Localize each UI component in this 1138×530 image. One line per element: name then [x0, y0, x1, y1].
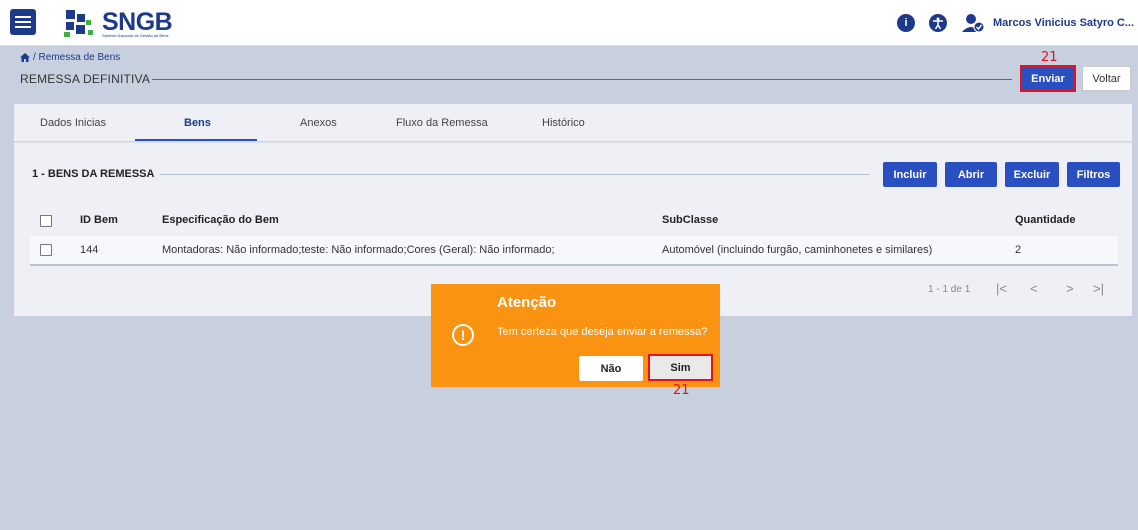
column-header-especificacao[interactable]: Especificação do Bem	[162, 214, 279, 226]
abrir-button[interactable]: Abrir	[945, 162, 997, 187]
dialog-message: Tem certeza que deseja enviar a remessa?	[497, 326, 708, 338]
annotation-sim: 21	[673, 383, 690, 398]
incluir-button[interactable]: Incluir	[883, 162, 937, 187]
hamburger-menu-icon[interactable]	[10, 9, 36, 35]
dialog-title: Atenção	[497, 294, 557, 311]
row-checkbox[interactable]	[40, 244, 52, 256]
logo-title: SNGB	[102, 7, 173, 36]
info-icon[interactable]: i	[896, 14, 915, 32]
tab-anexos[interactable]: Anexos	[300, 117, 337, 129]
breadcrumb: / Remessa de Bens	[20, 52, 120, 63]
pagination-range: 1 - 1 de 1	[928, 284, 971, 295]
logo-mark-icon	[64, 8, 98, 38]
home-icon[interactable]	[20, 53, 30, 62]
tab-historico[interactable]: Histórico	[542, 117, 585, 129]
logo-subtitle: Sistema Nacional de Gestão de Bens	[102, 32, 169, 38]
sim-button[interactable]: Sim	[648, 354, 713, 381]
section-divider	[160, 174, 870, 175]
warning-icon: !	[452, 324, 474, 346]
app-logo: SNGB Sistema Nacional de Gestão de Bens	[64, 5, 173, 41]
column-header-id[interactable]: ID Bem	[80, 214, 118, 226]
cell-especificacao: Montadoras: Não informado;teste: Não inf…	[162, 244, 555, 256]
breadcrumb-link[interactable]: / Remessa de Bens	[33, 52, 120, 63]
enviar-button[interactable]: Enviar	[1020, 65, 1076, 92]
prev-page-button[interactable]: <	[1030, 281, 1038, 296]
voltar-button[interactable]: Voltar	[1082, 66, 1131, 91]
annotation-enviar: 21	[1041, 50, 1058, 65]
last-page-button[interactable]: >|	[1093, 281, 1104, 296]
tab-bens[interactable]: Bens	[184, 117, 211, 129]
cell-subclasse: Automóvel (incluindo furgão, caminhonete…	[662, 244, 933, 256]
filtros-button[interactable]: Filtros	[1067, 162, 1120, 187]
active-tab-indicator	[135, 139, 257, 141]
accessibility-icon[interactable]	[928, 14, 947, 32]
nao-button[interactable]: Não	[579, 356, 643, 381]
column-header-quantidade[interactable]: Quantidade	[1015, 214, 1076, 226]
tab-dados-iniciais[interactable]: Dados Inicias	[40, 117, 106, 129]
cell-id: 144	[80, 244, 99, 256]
first-page-button[interactable]: |<	[996, 281, 1007, 296]
user-name[interactable]: Marcos Vinicius Satyro C...	[993, 17, 1134, 29]
cell-quantidade: 2	[1015, 244, 1022, 256]
section-title: 1 - BENS DA REMESSA	[32, 168, 155, 180]
top-right-toolbar: i Marcos Vinicius Satyro C...	[896, 0, 1138, 46]
title-divider	[152, 79, 1012, 80]
select-all-checkbox[interactable]	[40, 215, 52, 227]
next-page-button[interactable]: >	[1066, 281, 1074, 296]
excluir-button[interactable]: Excluir	[1005, 162, 1059, 187]
user-avatar-icon[interactable]	[961, 12, 985, 34]
tab-fluxo-da-remessa[interactable]: Fluxo da Remessa	[396, 117, 488, 129]
page-header	[0, 46, 1138, 96]
page-title: REMESSA DEFINITIVA	[20, 72, 151, 86]
column-header-subclasse[interactable]: SubClasse	[662, 214, 718, 226]
